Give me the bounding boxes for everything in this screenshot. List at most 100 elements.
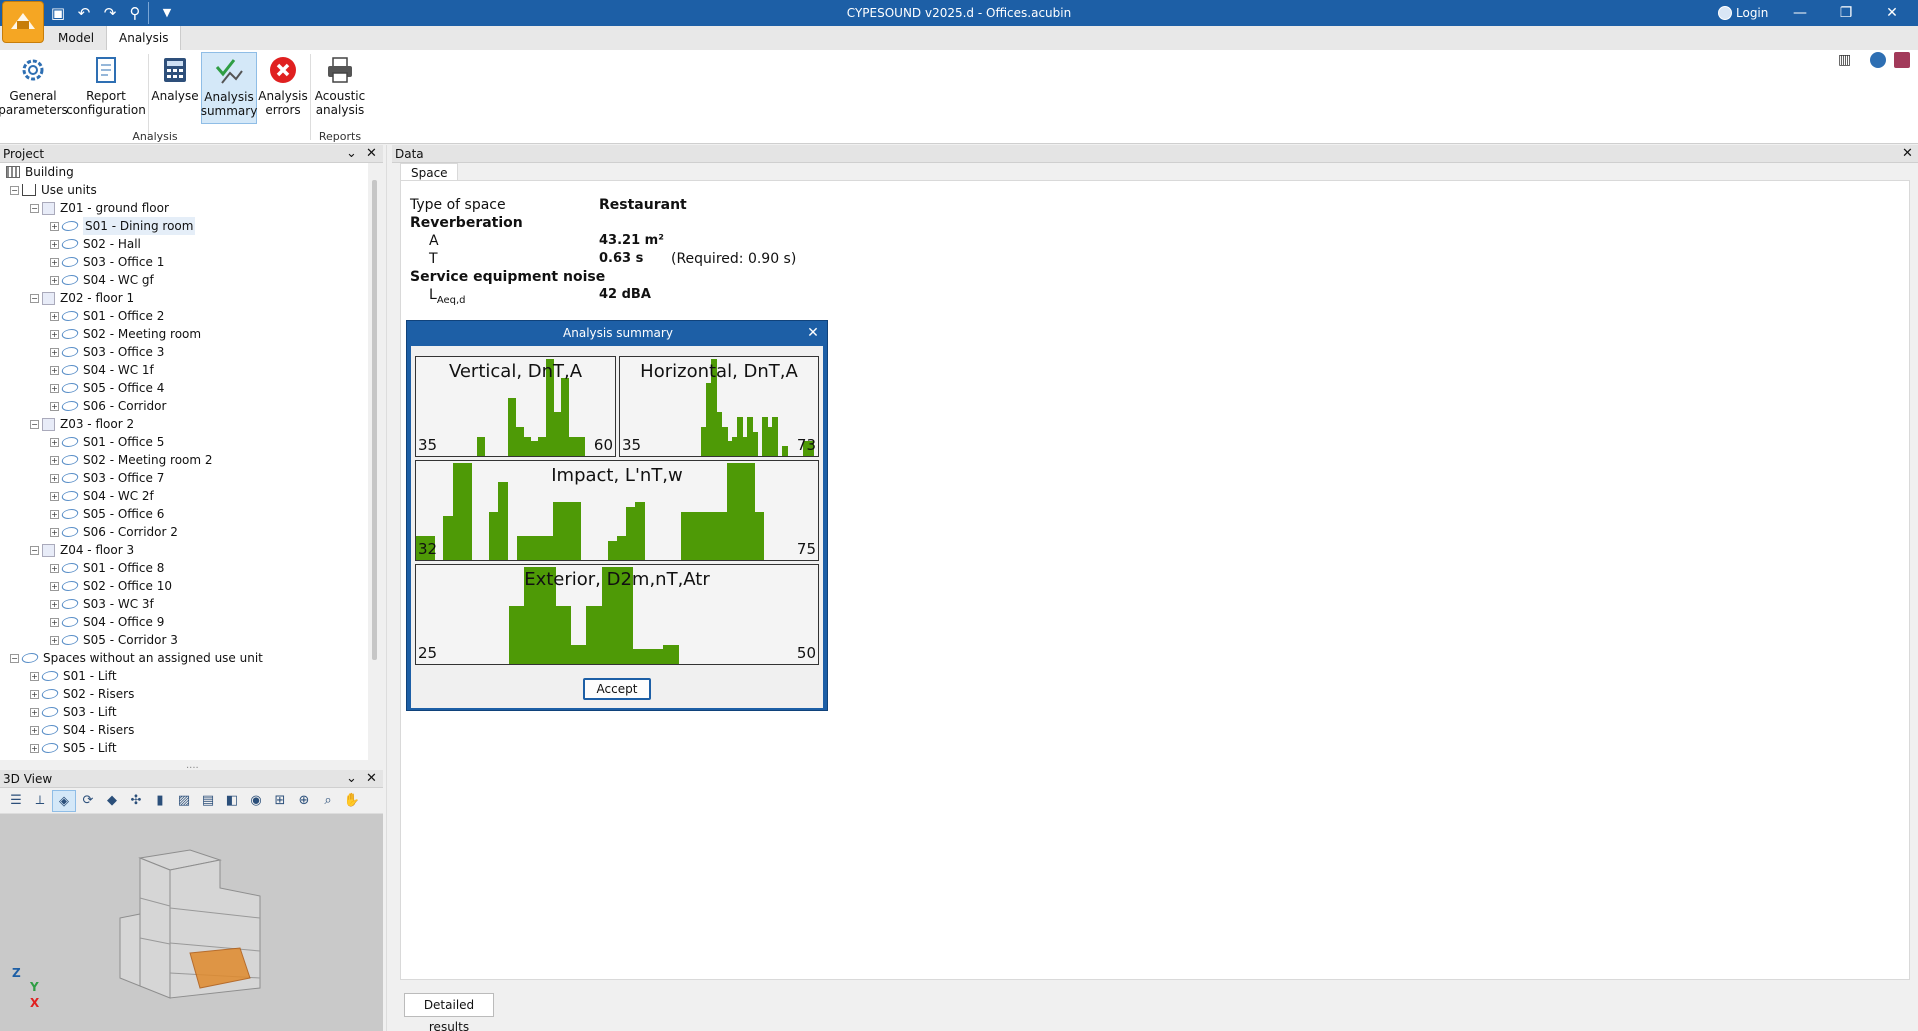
tab-analysis[interactable]: Analysis [106,26,182,50]
expand-icon[interactable]: + [50,491,59,501]
save-icon[interactable]: ▣ [47,3,69,23]
tree-item[interactable]: Building [6,163,74,181]
top-view-icon[interactable]: ◆ [100,790,124,812]
tree-item[interactable]: + S04 - WC 1f [50,361,154,379]
tree-item[interactable]: + S02 - Meeting room [50,325,201,343]
collapse-icon[interactable]: − [30,293,39,303]
analysis-errors-button[interactable]: Analysis errors [258,52,308,124]
tree-item[interactable]: + S04 - WC 2f [50,487,154,505]
expand-icon[interactable]: + [50,509,59,519]
app-logo-icon[interactable] [2,1,44,43]
expand-icon[interactable]: + [30,743,39,753]
expand-icon[interactable]: + [50,617,59,627]
maximize-button[interactable]: ❐ [1823,0,1869,26]
close-icon[interactable]: ✕ [1902,145,1913,163]
expand-icon[interactable]: + [50,581,59,591]
tree-scrollbar[interactable] [372,180,377,660]
tree-item[interactable]: − Z03 - floor 2 [30,415,134,433]
minimize-button[interactable]: — [1777,0,1823,26]
expand-icon[interactable]: + [50,473,59,483]
expand-icon[interactable]: + [50,527,59,537]
tree-item[interactable]: − Z01 - ground floor [30,199,169,217]
tab-model[interactable]: Model [46,26,106,50]
search-icon[interactable]: ⚲ [124,3,146,23]
cube-icon[interactable]: ◧ [220,790,244,812]
tree-item[interactable]: + S06 - Corridor [50,397,166,415]
rotate-icon[interactable]: ⟳ [76,790,100,812]
expand-icon[interactable]: + [50,401,59,411]
tree-item[interactable]: + S03 - Office 3 [50,343,164,361]
collapse-icon[interactable]: − [10,185,19,195]
login-button[interactable]: Login [1718,0,1768,26]
tree-item[interactable]: + S05 - Office 6 [50,505,164,523]
expand-icon[interactable]: + [50,311,59,321]
close-icon[interactable]: ✕ [366,145,377,163]
expand-icon[interactable]: + [50,329,59,339]
expand-icon[interactable]: + [50,257,59,267]
globe-icon[interactable] [1870,52,1886,68]
expand-icon[interactable]: + [50,599,59,609]
expand-icon[interactable]: + [30,707,39,717]
dialog-close-icon[interactable]: ✕ [801,321,825,346]
expand-icon[interactable]: + [50,347,59,357]
vertical-splitter[interactable] [386,145,392,1031]
collapse-icon[interactable]: − [30,203,39,213]
acoustic-analysis-button[interactable]: Acoustic analysis [312,52,368,124]
expand-icon[interactable]: + [50,437,59,447]
tree-item[interactable]: + S02 - Hall [50,235,141,253]
tree-item[interactable]: + S02 - Office 10 [50,577,172,595]
chevron-down-icon[interactable]: ⌄ [346,770,357,788]
expand-icon[interactable]: + [30,671,39,681]
expand-icon[interactable]: + [50,383,59,393]
close-button[interactable]: ✕ [1869,0,1915,26]
tree-item[interactable]: + S05 - Office 4 [50,379,164,397]
chevron-down-icon[interactable]: ⌄ [346,145,357,163]
tree-item[interactable]: + S01 - Office 2 [50,307,164,325]
layout-icon[interactable]: ▥ [1838,52,1851,68]
tree-item[interactable]: − Z04 - floor 3 [30,541,134,559]
undo-icon[interactable]: ↶ [73,3,95,23]
tree-item[interactable]: + S01 - Office 8 [50,559,164,577]
expand-icon[interactable]: + [50,221,59,231]
expand-icon[interactable]: + [50,275,59,285]
help-book-icon[interactable] [1894,52,1910,68]
tree-item[interactable]: + S05 - Corridor 3 [50,631,178,649]
view3d-canvas[interactable]: Z Y X [0,788,383,1031]
redo-icon[interactable]: ↷ [99,3,121,23]
layers-icon[interactable]: ☰ [4,790,28,812]
tree-item[interactable]: + S03 - Office 1 [50,253,164,271]
tree-item[interactable]: + S01 - Lift [30,667,117,685]
tree-item[interactable]: + S01 - Dining room [50,217,196,235]
tree-item[interactable]: + S03 - Lift [30,703,117,721]
plan-icon[interactable]: ▤ [196,790,220,812]
tree-item[interactable]: + S03 - Office 7 [50,469,164,487]
tree-item[interactable]: + S04 - Office 9 [50,613,164,631]
tree-item[interactable]: − Z02 - floor 1 [30,289,134,307]
tree-item[interactable]: − Spaces without an assigned use unit [10,649,263,667]
zoom-icon[interactable]: ⌕ [316,790,340,812]
tree-item[interactable]: + S01 - Office 5 [50,433,164,451]
eye-icon[interactable]: ◉ [244,790,268,812]
analyse-button[interactable]: Analyse [151,52,199,124]
expand-icon[interactable]: + [50,635,59,645]
zoom-extent-icon[interactable]: ⊕ [292,790,316,812]
tree-item[interactable]: − Use units [10,181,97,199]
tree-item[interactable]: + S06 - Corridor 2 [50,523,178,541]
section-icon[interactable]: ▮ [148,790,172,812]
tree-item[interactable]: + S05 - Lift [30,739,117,757]
elevation-icon[interactable]: ▨ [172,790,196,812]
axes-icon[interactable]: ⟂ [28,790,52,812]
collapse-icon[interactable]: − [30,419,39,429]
expand-icon[interactable]: + [30,725,39,735]
tree-item[interactable]: + S03 - WC 3f [50,595,154,613]
tree-item[interactable]: + S04 - Risers [30,721,134,739]
shield-view-icon[interactable]: ◈ [52,789,76,812]
view3d-mode-icon[interactable]: ⊞ [268,790,292,812]
tree-item[interactable]: + S02 - Meeting room 2 [50,451,213,469]
expand-icon[interactable]: + [50,563,59,573]
general-parameters-button[interactable]: General parameters [0,52,68,124]
collapse-icon[interactable]: − [10,653,19,663]
tree-item[interactable]: + S04 - WC gf [50,271,154,289]
accept-button[interactable]: Accept [583,678,651,700]
detailed-results-button[interactable]: Detailed results [404,993,494,1031]
